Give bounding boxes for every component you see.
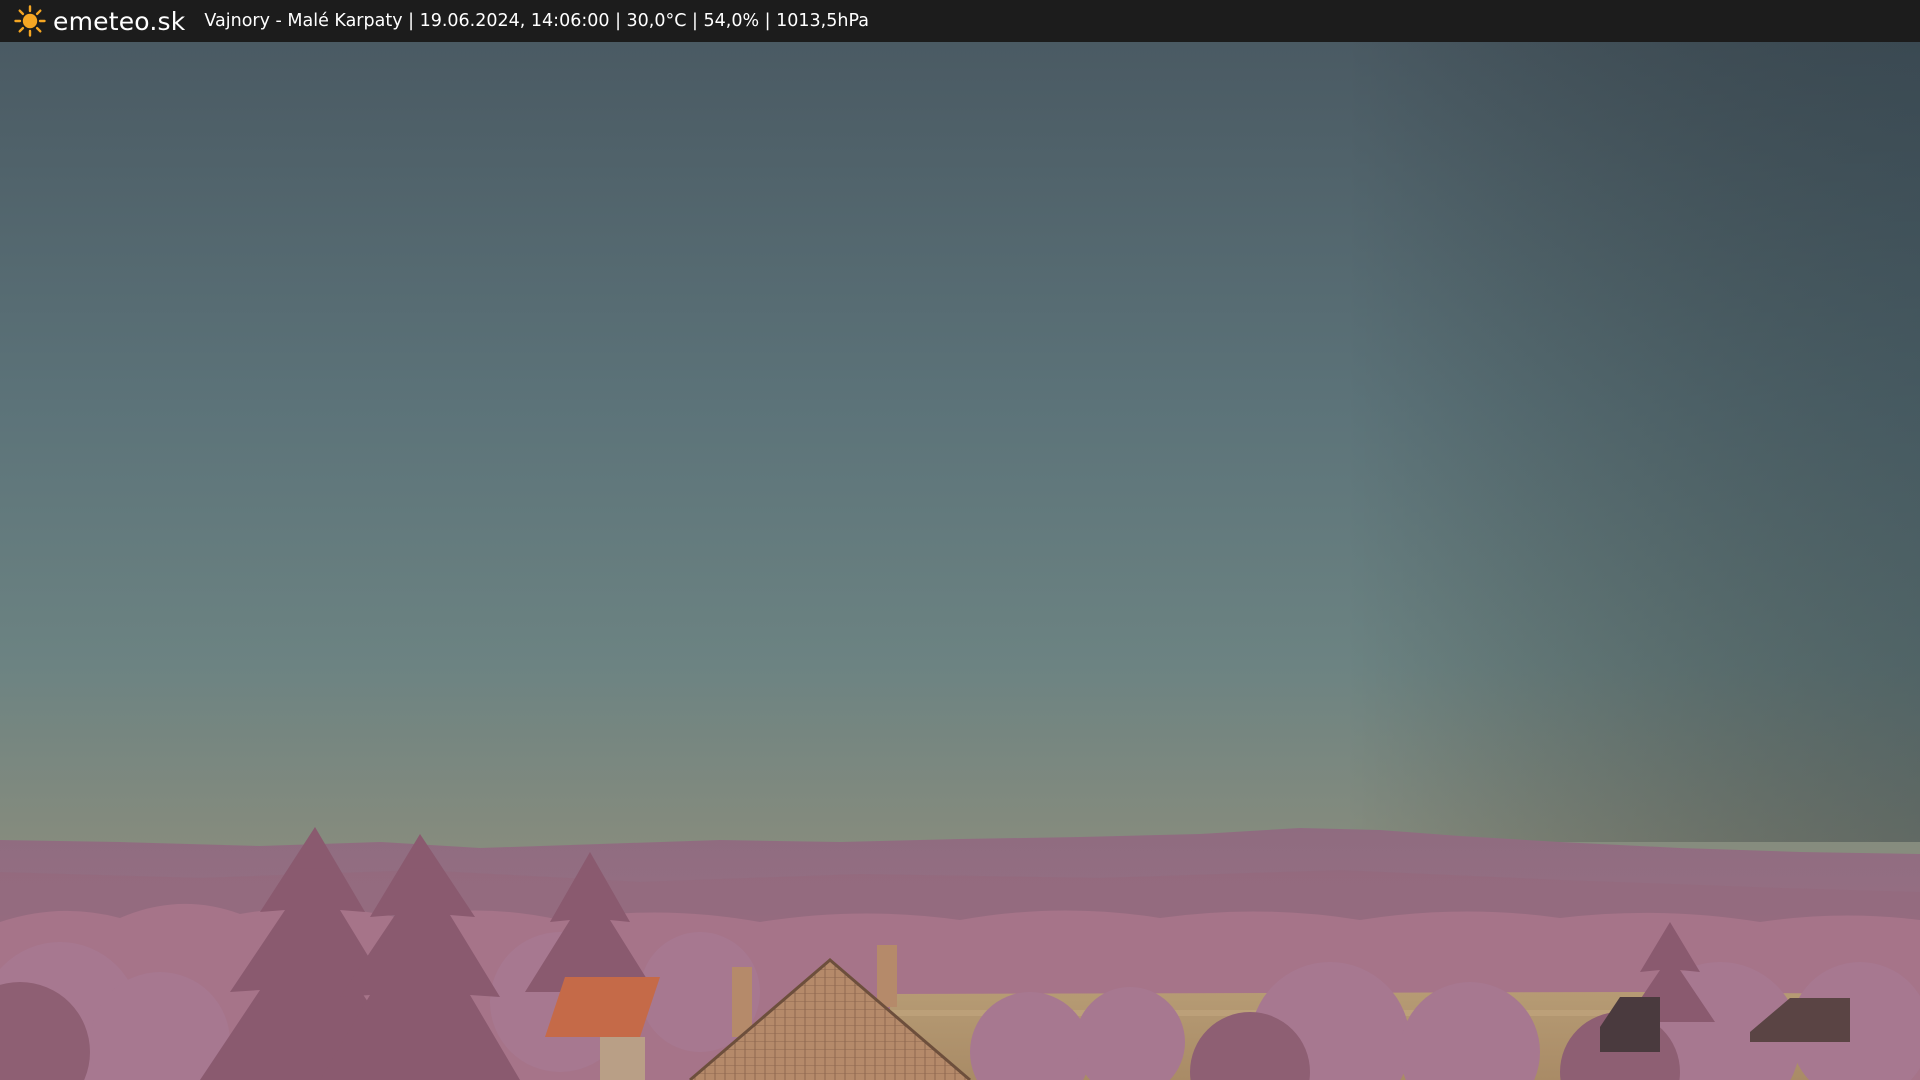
- house-wall: [600, 1037, 645, 1080]
- brand-name: emeteo.sk: [53, 6, 186, 36]
- sun-icon: [14, 5, 46, 37]
- separator: |: [402, 11, 420, 31]
- temperature-label: 30,0°C: [626, 11, 687, 31]
- top-bar: emeteo.sk Vajnory - Malé Karpaty | 19.06…: [0, 0, 1920, 42]
- humidity-label: 54,0%: [703, 11, 760, 31]
- separator: |: [759, 11, 777, 31]
- datetime-label: 19.06.2024, 14:06:00: [419, 11, 610, 31]
- chimney: [732, 967, 752, 1037]
- separator: |: [609, 11, 627, 31]
- separator: |: [686, 11, 704, 31]
- sky-shade: [0, 42, 1920, 842]
- chimney: [877, 945, 897, 1007]
- pressure-label: 1013,5hPa: [776, 11, 869, 31]
- logo[interactable]: emeteo.sk: [14, 5, 185, 37]
- station-info: Vajnory - Malé Karpaty | 19.06.2024, 14:…: [204, 11, 869, 31]
- webcam-image: [0, 42, 1920, 1080]
- location-label: Vajnory - Malé Karpaty: [204, 11, 403, 31]
- red-roof: [545, 977, 660, 1037]
